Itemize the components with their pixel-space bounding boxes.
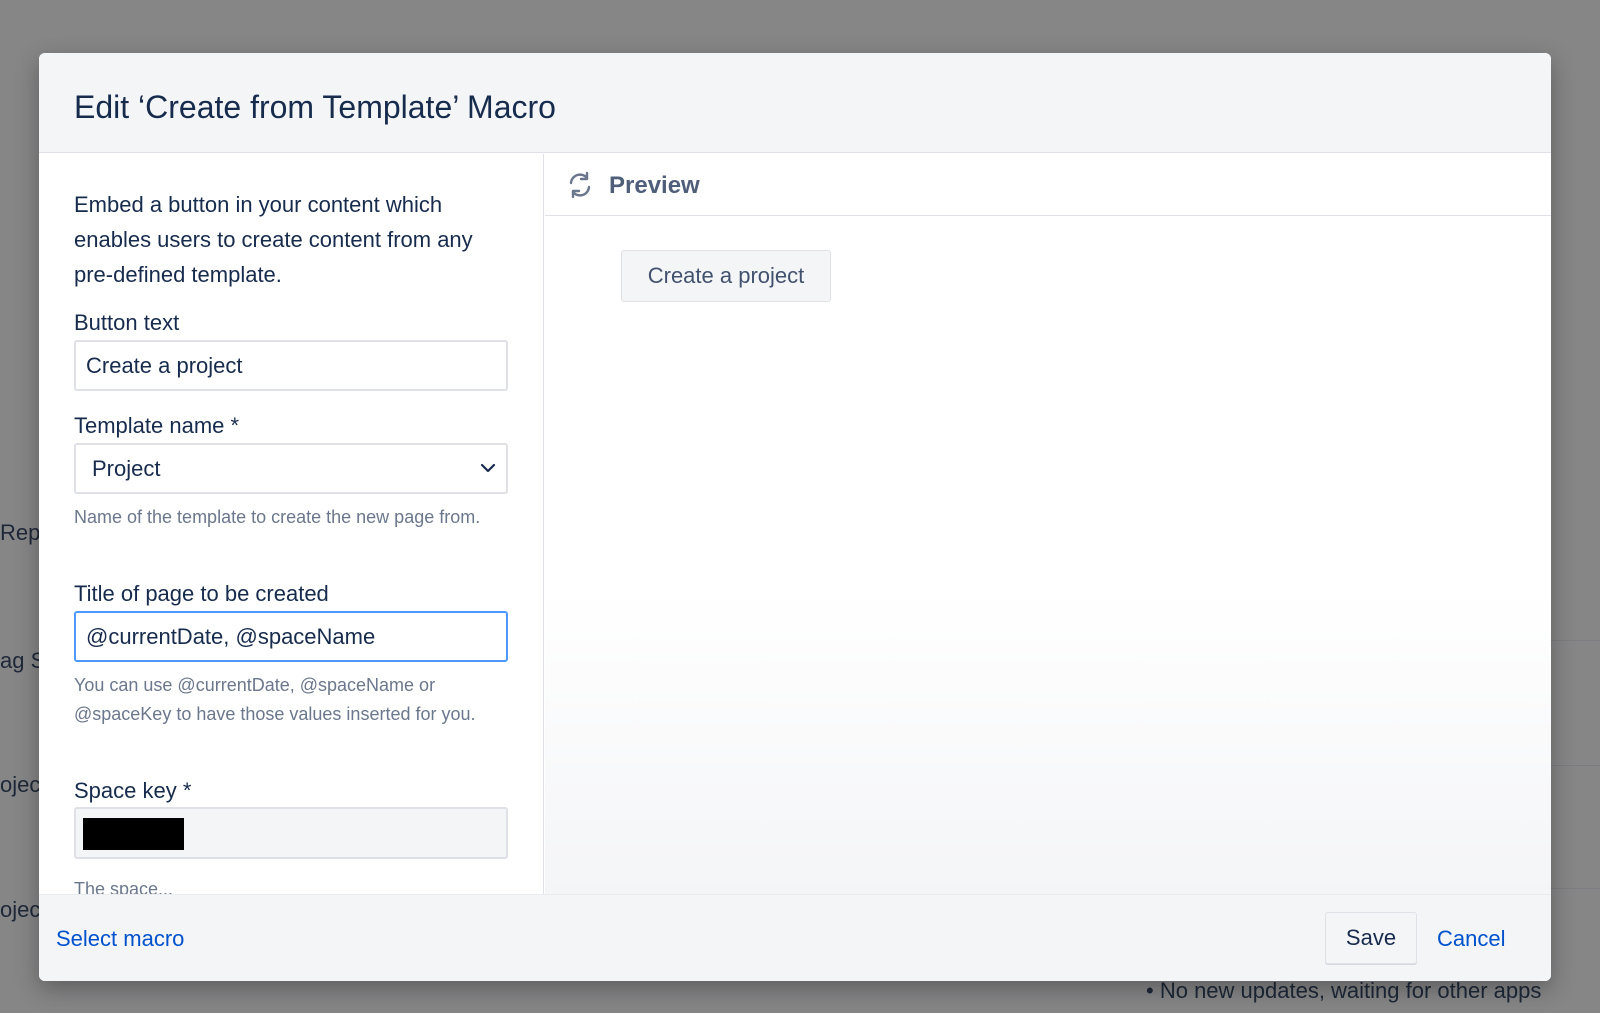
dialog-title: Edit ‘Create from Template’ Macro	[74, 89, 556, 125]
dialog-header: Edit ‘Create from Template’ Macro	[39, 53, 1551, 153]
preview-body: Create a project	[545, 217, 1551, 894]
space-key-input[interactable]	[74, 807, 508, 859]
preview-panel: Preview Create a project	[545, 154, 1551, 894]
template-name-select[interactable]: Project	[74, 443, 508, 494]
button-text-label: Button text	[74, 310, 180, 335]
macro-parameters-panel[interactable]: Embed a button in your content which ena…	[39, 154, 544, 894]
template-name-selected-value: Project	[92, 456, 161, 481]
template-name-help: Name of the template to create the new p…	[74, 507, 481, 527]
space-key-help-cutoff: The space...	[74, 881, 174, 894]
page-title-help: You can use @currentDate, @spaceName or …	[74, 675, 476, 724]
chevron-down-icon	[480, 463, 496, 473]
button-text-input[interactable]: Create a project	[74, 340, 508, 391]
macro-edit-dialog: Edit ‘Create from Template’ Macro Embed …	[39, 53, 1551, 981]
redacted-value	[83, 818, 184, 850]
cancel-link[interactable]: Cancel	[1437, 926, 1505, 952]
dialog-footer: Select macro Save Cancel	[39, 894, 1551, 981]
page-title-label: Title of page to be created	[74, 581, 329, 606]
space-key-label: Space key *	[74, 778, 192, 803]
preview-title: Preview	[609, 172, 700, 199]
refresh-icon[interactable]	[565, 170, 595, 200]
preview-create-button[interactable]: Create a project	[621, 250, 831, 302]
macro-description: Embed a button in your content which ena…	[74, 192, 473, 287]
select-macro-link[interactable]: Select macro	[56, 926, 184, 952]
page-title-input[interactable]: @currentDate, @spaceName	[74, 611, 508, 662]
template-name-label: Template name *	[74, 413, 240, 438]
preview-header: Preview	[545, 154, 1551, 216]
save-button[interactable]: Save	[1325, 912, 1417, 964]
